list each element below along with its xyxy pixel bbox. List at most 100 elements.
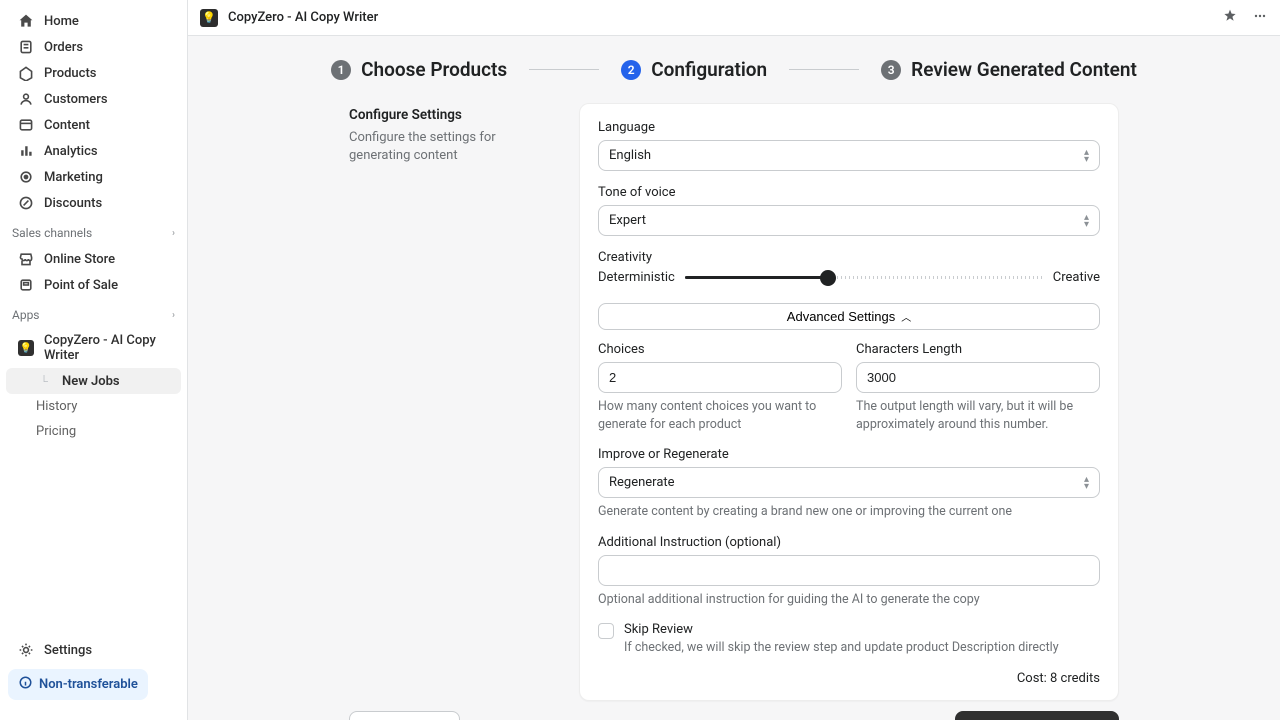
pos-icon — [18, 277, 34, 293]
sidebar-item-label: CopyZero - AI Copy Writer — [44, 333, 169, 363]
sidebar-item-label: Discounts — [44, 196, 102, 211]
language-label: Language — [598, 120, 1100, 135]
orders-icon — [18, 39, 34, 55]
tone-select[interactable]: Expert ▴▾ — [598, 205, 1100, 236]
step-separator — [789, 69, 859, 70]
choices-label: Choices — [598, 342, 842, 357]
sidebar-item-analytics[interactable]: Analytics — [6, 138, 181, 164]
chars-label: Characters Length — [856, 342, 1100, 357]
sidebar-item-products[interactable]: Products — [6, 60, 181, 86]
sidebar-item-pos[interactable]: Point of Sale — [6, 272, 181, 298]
app-logo-icon: 💡 — [18, 340, 34, 356]
slider-thumb[interactable] — [820, 270, 836, 286]
chevron-right-icon: › — [172, 310, 175, 321]
sidebar-item-home[interactable]: Home — [6, 8, 181, 34]
pin-icon[interactable] — [1222, 8, 1238, 28]
discounts-icon — [18, 195, 34, 211]
step-separator — [529, 69, 599, 70]
sidebar-item-label: Online Store — [44, 252, 115, 267]
analytics-icon — [18, 143, 34, 159]
chevron-updown-icon: ▴▾ — [1084, 214, 1089, 228]
panel-description: Configure Settings Configure the setting… — [349, 103, 559, 701]
sidebar-item-content[interactable]: Content — [6, 112, 181, 138]
sidebar-item-settings[interactable]: Settings — [6, 637, 181, 663]
tone-label: Tone of voice — [598, 185, 1100, 200]
previous-step-button[interactable]: Previous Step — [349, 711, 460, 720]
step-number: 3 — [881, 60, 901, 80]
main: 💡 CopyZero - AI Copy Writer 1 Choose Pro… — [188, 0, 1280, 720]
sidebar-section-sales[interactable]: Sales channels › — [0, 220, 187, 246]
sidebar-item-copyzero[interactable]: 💡 CopyZero - AI Copy Writer — [6, 328, 181, 368]
sidebar-item-label: Settings — [44, 643, 92, 658]
slider-right-label: Creative — [1053, 270, 1100, 285]
sidebar-item-history[interactable]: History — [6, 394, 181, 419]
non-transferable-badge: Non-transferable — [8, 669, 148, 700]
creativity-label: Creativity — [598, 250, 1100, 265]
skip-review-row: Skip Review If checked, we will skip the… — [598, 622, 1100, 657]
step-2[interactable]: 2 Configuration — [621, 58, 767, 81]
sidebar-item-label: Marketing — [44, 170, 103, 185]
improve-select[interactable]: Regenerate ▴▾ — [598, 467, 1100, 498]
tree-connector-icon: └ — [36, 373, 52, 389]
sidebar-section-apps[interactable]: Apps › — [0, 302, 187, 328]
store-icon — [18, 251, 34, 267]
sidebar-item-label: Orders — [44, 40, 83, 55]
sidebar-item-label: New Jobs — [62, 374, 120, 389]
instruction-input[interactable] — [598, 555, 1100, 586]
sidebar-item-orders[interactable]: Orders — [6, 34, 181, 60]
choices-help: How many content choices you want to gen… — [598, 398, 842, 433]
chars-help: The output length will vary, but it will… — [856, 398, 1100, 433]
skip-review-help: If checked, we will skip the review step… — [624, 639, 1059, 657]
step-label: Review Generated Content — [911, 58, 1137, 81]
products-icon — [18, 65, 34, 81]
skip-review-checkbox[interactable] — [598, 623, 614, 639]
instruction-label: Additional Instruction (optional) — [598, 535, 1100, 550]
sidebar-item-label: Customers — [44, 92, 108, 107]
home-icon — [18, 13, 34, 29]
skip-review-label: Skip Review — [624, 622, 1059, 637]
chevron-up-icon: ︿ — [901, 309, 911, 324]
panel-desc: Configure the settings for generating co… — [349, 129, 559, 165]
instruction-help: Optional additional instruction for guid… — [598, 591, 1100, 609]
chevron-updown-icon: ▴▾ — [1084, 476, 1089, 490]
customers-icon — [18, 91, 34, 107]
step-3[interactable]: 3 Review Generated Content — [881, 58, 1137, 81]
language-select[interactable]: English ▴▾ — [598, 140, 1100, 171]
sidebar-item-label: Analytics — [44, 144, 98, 159]
sidebar-item-label: Point of Sale — [44, 278, 118, 293]
advanced-settings-button[interactable]: Advanced Settings ︿ — [598, 303, 1100, 330]
improve-label: Improve or Regenerate — [598, 447, 1100, 462]
sidebar-item-discounts[interactable]: Discounts — [6, 190, 181, 216]
chevron-updown-icon: ▴▾ — [1084, 149, 1089, 163]
step-number: 1 — [331, 60, 351, 80]
sidebar-item-new-jobs[interactable]: └ New Jobs — [6, 368, 181, 394]
marketing-icon — [18, 169, 34, 185]
start-generate-button[interactable]: Start Generate Content — [955, 711, 1119, 720]
improve-help: Generate content by creating a brand new… — [598, 503, 1100, 521]
config-panel: Configure Settings Configure the setting… — [349, 103, 1119, 701]
content-icon — [18, 117, 34, 133]
sidebar-item-label: Content — [44, 118, 90, 133]
sidebar: Home Orders Products Customers Content A… — [0, 0, 188, 720]
more-icon[interactable] — [1252, 8, 1268, 28]
creativity-slider[interactable] — [685, 276, 1043, 279]
info-icon — [18, 675, 33, 694]
step-number: 2 — [621, 60, 641, 80]
sidebar-item-label: Pricing — [36, 424, 76, 439]
sidebar-item-label: Home — [44, 14, 79, 29]
choices-input[interactable] — [598, 362, 842, 393]
page-title: CopyZero - AI Copy Writer — [228, 10, 378, 25]
step-label: Choose Products — [361, 58, 507, 81]
sidebar-item-marketing[interactable]: Marketing — [6, 164, 181, 190]
sidebar-item-pricing[interactable]: Pricing — [6, 419, 181, 444]
app-logo-icon: 💡 — [200, 9, 218, 27]
cost-label: Cost: 8 credits — [598, 671, 1100, 686]
step-1[interactable]: 1 Choose Products — [331, 58, 507, 81]
sidebar-item-online-store[interactable]: Online Store — [6, 246, 181, 272]
config-card: Language English ▴▾ Tone of voice Expert… — [579, 103, 1119, 701]
panel-title: Configure Settings — [349, 107, 559, 123]
topbar: 💡 CopyZero - AI Copy Writer — [188, 0, 1280, 36]
chars-input[interactable] — [856, 362, 1100, 393]
sidebar-item-customers[interactable]: Customers — [6, 86, 181, 112]
slider-left-label: Deterministic — [598, 270, 675, 285]
